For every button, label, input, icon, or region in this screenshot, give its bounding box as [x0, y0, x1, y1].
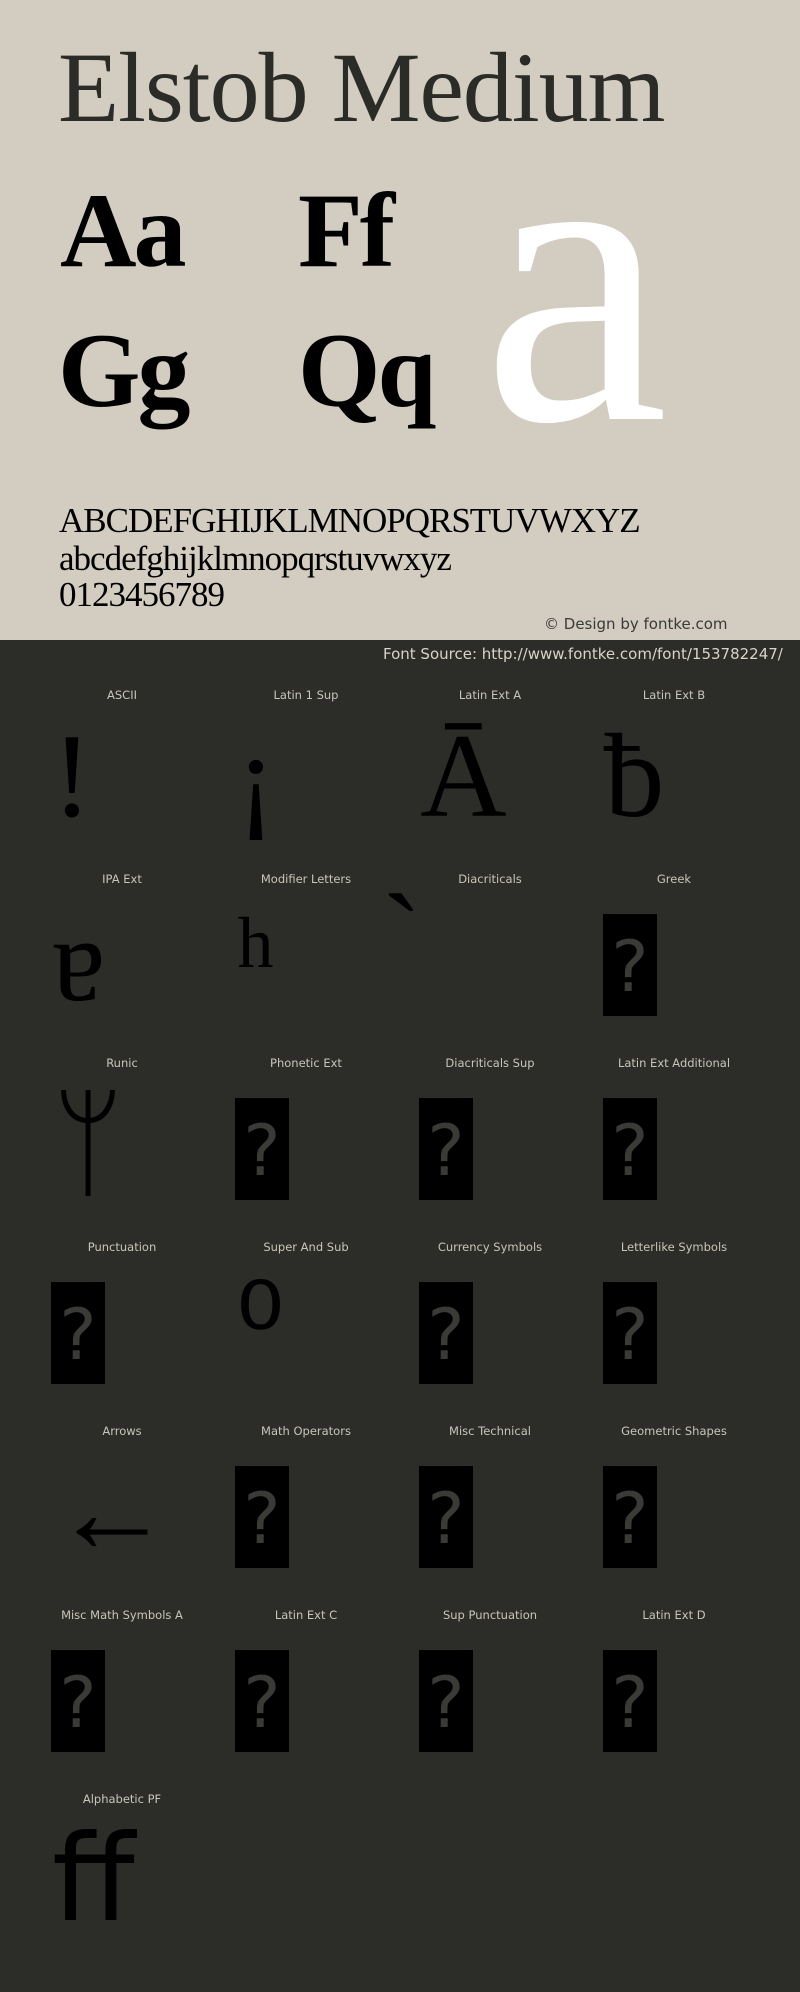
sample-glyph: ƀ: [604, 709, 664, 842]
block-label: Runic: [106, 1056, 138, 1070]
block-label: Geometric Shapes: [621, 1424, 727, 1438]
question-mark-icon: ?: [611, 1662, 649, 1744]
specimen-hero: Elstob Medium Aa Ff Gg Qq a ABCDEFGHIJKL…: [0, 0, 800, 640]
block-label: Latin 1 Sup: [273, 688, 339, 702]
sample-glyph: ﬀ: [52, 1813, 135, 1946]
unicode-block-cell: IPA Ext ɐ: [30, 872, 214, 1056]
question-mark-icon: ?: [427, 1478, 465, 1560]
block-label: Sup Punctuation: [442, 1608, 538, 1622]
block-label: Arrows: [102, 1424, 142, 1438]
block-label: Latin Ext D: [642, 1608, 706, 1622]
missing-glyph-icon: ?: [235, 1466, 289, 1568]
question-mark-icon: ?: [611, 1294, 649, 1376]
block-label: ASCII: [107, 688, 137, 702]
sample-glyph: !: [52, 709, 92, 842]
block-label: Alphabetic PF: [82, 1792, 162, 1806]
unicode-block-cell: Geometric Shapes?: [582, 1424, 766, 1608]
question-mark-icon: ?: [243, 1110, 281, 1192]
missing-glyph-icon: ?: [419, 1282, 473, 1384]
lowercase-alphabet: abcdefghijklmnopqrstuvwxyz: [59, 539, 452, 578]
unicode-block-cell: Diacriticals Sup?: [398, 1056, 582, 1240]
unicode-block-cell: Currency Symbols?: [398, 1240, 582, 1424]
unicode-block-cell: Phonetic Ext?: [214, 1056, 398, 1240]
question-mark-icon: ?: [427, 1110, 465, 1192]
question-mark-icon: ?: [611, 926, 649, 1008]
block-label: Phonetic Ext: [270, 1056, 342, 1070]
block-label: Math Operators: [261, 1424, 351, 1438]
unicode-block-cell: Latin Ext B ƀ: [582, 688, 766, 872]
unicode-block-cell: Math Operators?: [214, 1424, 398, 1608]
block-label: IPA Ext: [102, 872, 142, 886]
unicode-block-cell: Modifier Letters ʰ: [214, 872, 398, 1056]
block-label: Misc Technical: [449, 1424, 531, 1438]
block-label: Letterlike Symbols: [620, 1240, 728, 1254]
specimen-pair-gg: Gg: [58, 312, 190, 429]
sample-glyph: ɐ: [52, 893, 106, 1026]
unicode-block-cell: Latin 1 Sup ¡: [214, 688, 398, 872]
missing-glyph-icon: ?: [603, 1466, 657, 1568]
font-source-link[interactable]: Font Source: http://www.fontke.com/font/…: [383, 645, 783, 663]
block-label: Greek: [656, 872, 692, 886]
specimen-pair-aa: Aa: [60, 172, 187, 289]
unicode-block-cell: ASCII!: [30, 688, 214, 872]
digit-row: 0123456789: [59, 575, 225, 614]
missing-glyph-icon: ?: [603, 1282, 657, 1384]
question-mark-icon: ?: [427, 1294, 465, 1376]
unicode-block-cell: Greek?: [582, 872, 766, 1056]
block-label: Super And Sub: [263, 1240, 349, 1254]
question-mark-icon: ?: [243, 1478, 281, 1560]
unicode-block-cell: Misc Technical?: [398, 1424, 582, 1608]
specimen-pair-qq: Qq: [298, 312, 436, 429]
block-label: Latin Ext A: [458, 688, 522, 702]
unicode-block-cell: Arrows ←: [30, 1424, 214, 1608]
missing-glyph-icon: ?: [603, 1650, 657, 1752]
missing-glyph-icon: ?: [235, 1650, 289, 1752]
missing-glyph-icon: ?: [235, 1098, 289, 1200]
block-label: Modifier Letters: [260, 872, 352, 886]
sample-glyph: ⁰: [236, 1261, 285, 1394]
sample-glyph: ¡: [236, 709, 276, 842]
missing-glyph-icon: ?: [51, 1650, 105, 1752]
missing-glyph-icon: ?: [419, 1650, 473, 1752]
block-label: Diacriticals: [458, 872, 522, 886]
block-label: Punctuation: [87, 1240, 157, 1254]
unicode-block-cell: Latin Ext A Ā: [398, 688, 582, 872]
block-label: Latin Ext B: [642, 688, 706, 702]
question-mark-icon: ?: [243, 1662, 281, 1744]
unicode-block-cell: Misc Math Symbols A?: [30, 1608, 214, 1792]
question-mark-icon: ?: [427, 1662, 465, 1744]
uppercase-alphabet: ABCDEFGHIJKLMNOPQRSTUVWXYZ: [59, 501, 641, 540]
sample-glyph: ᛘ: [52, 1077, 124, 1210]
missing-glyph-icon: ?: [603, 914, 657, 1016]
large-sample-glyph: a: [482, 45, 669, 510]
unicode-block-cell: Sup Punctuation?: [398, 1608, 582, 1792]
unicode-block-cell: Diacriticals̀: [398, 872, 582, 1056]
sample-glyph: Ā: [420, 709, 507, 842]
unicode-block-cell: Punctuation?: [30, 1240, 214, 1424]
unicode-block-cell: Latin Ext D?: [582, 1608, 766, 1792]
block-label: Misc Math Symbols A: [61, 1608, 183, 1622]
unicode-block-cell: Alphabetic PF ﬀ: [30, 1792, 214, 1976]
missing-glyph-icon: ?: [603, 1098, 657, 1200]
unicode-block-cell: Super And Sub ⁰: [214, 1240, 398, 1424]
block-label: Diacriticals Sup: [445, 1056, 535, 1070]
specimen-pair-ff: Ff: [298, 172, 395, 289]
block-label: Currency Symbols: [437, 1240, 543, 1254]
unicode-block-cell: Letterlike Symbols?: [582, 1240, 766, 1424]
question-mark-icon: ?: [59, 1662, 97, 1744]
sample-glyph: ←: [52, 1445, 172, 1578]
unicode-block-cell: Latin Ext Additional?: [582, 1056, 766, 1240]
missing-glyph-icon: ?: [419, 1466, 473, 1568]
design-credit: © Design by fontke.com: [544, 615, 728, 633]
question-mark-icon: ?: [611, 1478, 649, 1560]
missing-glyph-icon: ?: [419, 1098, 473, 1200]
sample-glyph: ʰ: [236, 893, 275, 1026]
missing-glyph-icon: ?: [51, 1282, 105, 1384]
block-label: Latin Ext Additional: [617, 1056, 731, 1070]
question-mark-icon: ?: [59, 1294, 97, 1376]
question-mark-icon: ?: [611, 1110, 649, 1192]
block-label: Latin Ext C: [274, 1608, 338, 1622]
unicode-block-cell: Latin Ext C?: [214, 1608, 398, 1792]
unicode-block-cell: Runic ᛘ: [30, 1056, 214, 1240]
